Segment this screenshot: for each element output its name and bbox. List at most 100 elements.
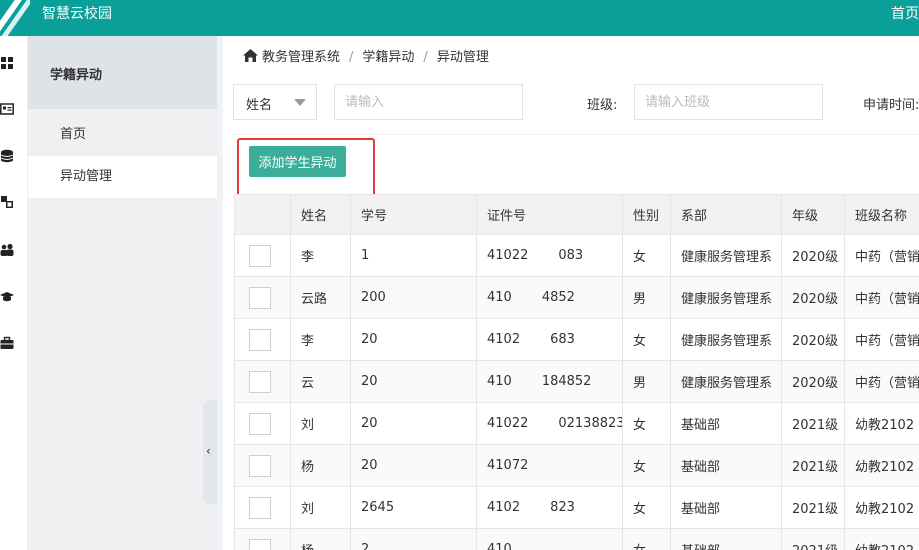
- row-checkbox[interactable]: [249, 286, 271, 309]
- home-icon: [243, 49, 258, 62]
- sidebar-collapse-toggle[interactable]: ‹: [203, 400, 217, 504]
- cell-grade: 2020级: [781, 276, 845, 319]
- table-header-row: 姓名 学号 证件号 性别 系部 年级 班级名称: [234, 194, 919, 235]
- cell-id-number: 4102 823: [476, 486, 623, 529]
- cell-grade: 2021级: [781, 444, 845, 487]
- gender: 女: [633, 418, 647, 433]
- student-name: 李: [301, 250, 315, 265]
- row-checkbox[interactable]: [249, 244, 271, 267]
- student-id: 20: [361, 416, 378, 431]
- graduation-cap-icon[interactable]: [0, 290, 14, 304]
- chevron-down-icon: [294, 99, 306, 106]
- sidebar-item-change-management[interactable]: 异动管理: [28, 156, 217, 198]
- student-name: 李: [301, 334, 315, 349]
- department: 基础部: [681, 460, 721, 475]
- cell-gender: 女: [622, 528, 671, 550]
- table-row[interactable]: 云路 200 410 4852 男 健康服务管理系 2020级 中药（营销: [234, 276, 919, 319]
- class-name: 中药（营销: [855, 376, 919, 391]
- cell-name: 杨: [290, 444, 351, 487]
- table-row[interactable]: 云 20 410 184852 男 健康服务管理系 2020级 中药（营销: [234, 360, 919, 403]
- add-student-change-button[interactable]: 添加学生异动: [249, 146, 346, 177]
- table-row[interactable]: 刘 2645 4102 823 女 基础部 2021级 幼教2102: [234, 486, 919, 529]
- search-field-select[interactable]: 姓名: [233, 84, 317, 120]
- grid-icon[interactable]: [0, 56, 14, 70]
- cell-department: 基础部: [670, 528, 782, 550]
- cell-gender: 男: [622, 360, 671, 403]
- id-number-suffix: 4852: [541, 290, 575, 305]
- class-search-input[interactable]: [634, 84, 823, 120]
- department: 健康服务管理系: [681, 292, 773, 307]
- database-icon[interactable]: [0, 149, 14, 163]
- sidebar-title: 学籍异动: [28, 36, 217, 109]
- id-number-suffix: 02138823: [558, 416, 623, 431]
- breadcrumb-item-system[interactable]: 教务管理系统: [262, 50, 340, 65]
- briefcase-icon[interactable]: [0, 336, 14, 350]
- row-select-cell: [234, 318, 291, 361]
- breadcrumb-separator: /: [423, 50, 428, 65]
- cell-id-number: 41022 083: [476, 234, 623, 277]
- row-checkbox[interactable]: [249, 496, 271, 519]
- student-name: 杨: [301, 544, 314, 550]
- id-number-prefix: 41072: [487, 458, 529, 473]
- filter-row: 姓名 班级: 申请时间:: [233, 84, 919, 122]
- department: 健康服务管理系: [681, 250, 773, 265]
- row-checkbox[interactable]: [249, 412, 271, 435]
- cell-name: 杨: [290, 528, 351, 550]
- cell-class-name: 幼教2102: [844, 444, 919, 487]
- cell-id-number: 410 4852: [476, 276, 623, 319]
- cell-gender: 女: [622, 486, 671, 529]
- cubes-icon[interactable]: [0, 195, 14, 209]
- chevron-left-icon: ‹: [206, 444, 211, 458]
- name-search-input[interactable]: [334, 84, 523, 120]
- cell-gender: 女: [622, 318, 671, 361]
- row-checkbox[interactable]: [249, 538, 271, 550]
- home-link[interactable]: 首页: [891, 3, 919, 23]
- student-name: 云: [301, 376, 315, 391]
- student-id: 20: [361, 374, 378, 389]
- table-row[interactable]: 杨 20 41072 女 基础部 2021级 幼教2102: [234, 444, 919, 487]
- id-number-suffix: 683: [550, 332, 575, 347]
- search-field-value: 姓名: [246, 98, 273, 113]
- row-checkbox[interactable]: [249, 328, 271, 351]
- breadcrumb-item-status-change[interactable]: 学籍异动: [362, 50, 414, 65]
- cell-student-id: 2: [350, 528, 477, 550]
- row-checkbox[interactable]: [249, 454, 271, 477]
- cell-student-id: 20: [350, 444, 477, 487]
- cell-department: 健康服务管理系: [670, 360, 782, 403]
- table-row[interactable]: 李 1 41022 083 女 健康服务管理系 2020级 中药（营销: [234, 234, 919, 277]
- table-row[interactable]: 李 20 4102 683 女 健康服务管理系 2020级 中药（营销: [234, 318, 919, 361]
- cell-gender: 女: [622, 402, 671, 445]
- gender: 女: [633, 334, 647, 349]
- id-number-suffix: 083: [558, 248, 584, 263]
- cell-class-name: 中药（营销: [844, 360, 919, 403]
- row-checkbox[interactable]: [249, 370, 271, 393]
- cell-class-name: 幼教2102: [844, 486, 919, 529]
- id-number-prefix: 41022: [487, 248, 529, 263]
- id-number-suffix: 823: [550, 500, 575, 515]
- cell-id-number: 41072: [476, 444, 623, 487]
- table-row[interactable]: 杨 2 410 女 基础部 2021级 幼教2102: [234, 528, 919, 550]
- column-header-department: 系部: [670, 194, 782, 235]
- table-row[interactable]: 刘 20 41022 02138823 女 基础部 2021级 幼教2102: [234, 402, 919, 445]
- id-card-icon[interactable]: [0, 102, 14, 116]
- cell-name: 李: [290, 234, 351, 277]
- column-header-select: [234, 194, 291, 235]
- table-body: 李 1 41022 083 女健康服务管理系 2020级 中药（营销 云路 200 410 4852…: [234, 234, 919, 550]
- class-label: 班级:: [587, 98, 618, 113]
- breadcrumb: 教务管理系统 / 学籍异动 / 异动管理: [243, 46, 489, 65]
- student-id: 2: [361, 542, 370, 550]
- cell-id-number: 410 184852: [476, 360, 623, 403]
- cell-grade: 2021级: [781, 528, 845, 550]
- row-select-cell: [234, 444, 291, 487]
- users-icon[interactable]: [0, 243, 14, 257]
- column-header-student-id: 学号: [350, 194, 477, 235]
- sidebar-item-home[interactable]: 首页: [28, 114, 217, 156]
- cell-class-name: 中药（营销: [844, 276, 919, 319]
- student-id: 1: [361, 248, 370, 263]
- student-name: 刘: [301, 502, 315, 517]
- cell-gender: 男: [622, 276, 671, 319]
- id-number-prefix: 41022: [487, 416, 529, 431]
- row-select-cell: [234, 486, 291, 529]
- row-select-cell: [234, 528, 291, 550]
- student-id: 2645: [361, 500, 395, 515]
